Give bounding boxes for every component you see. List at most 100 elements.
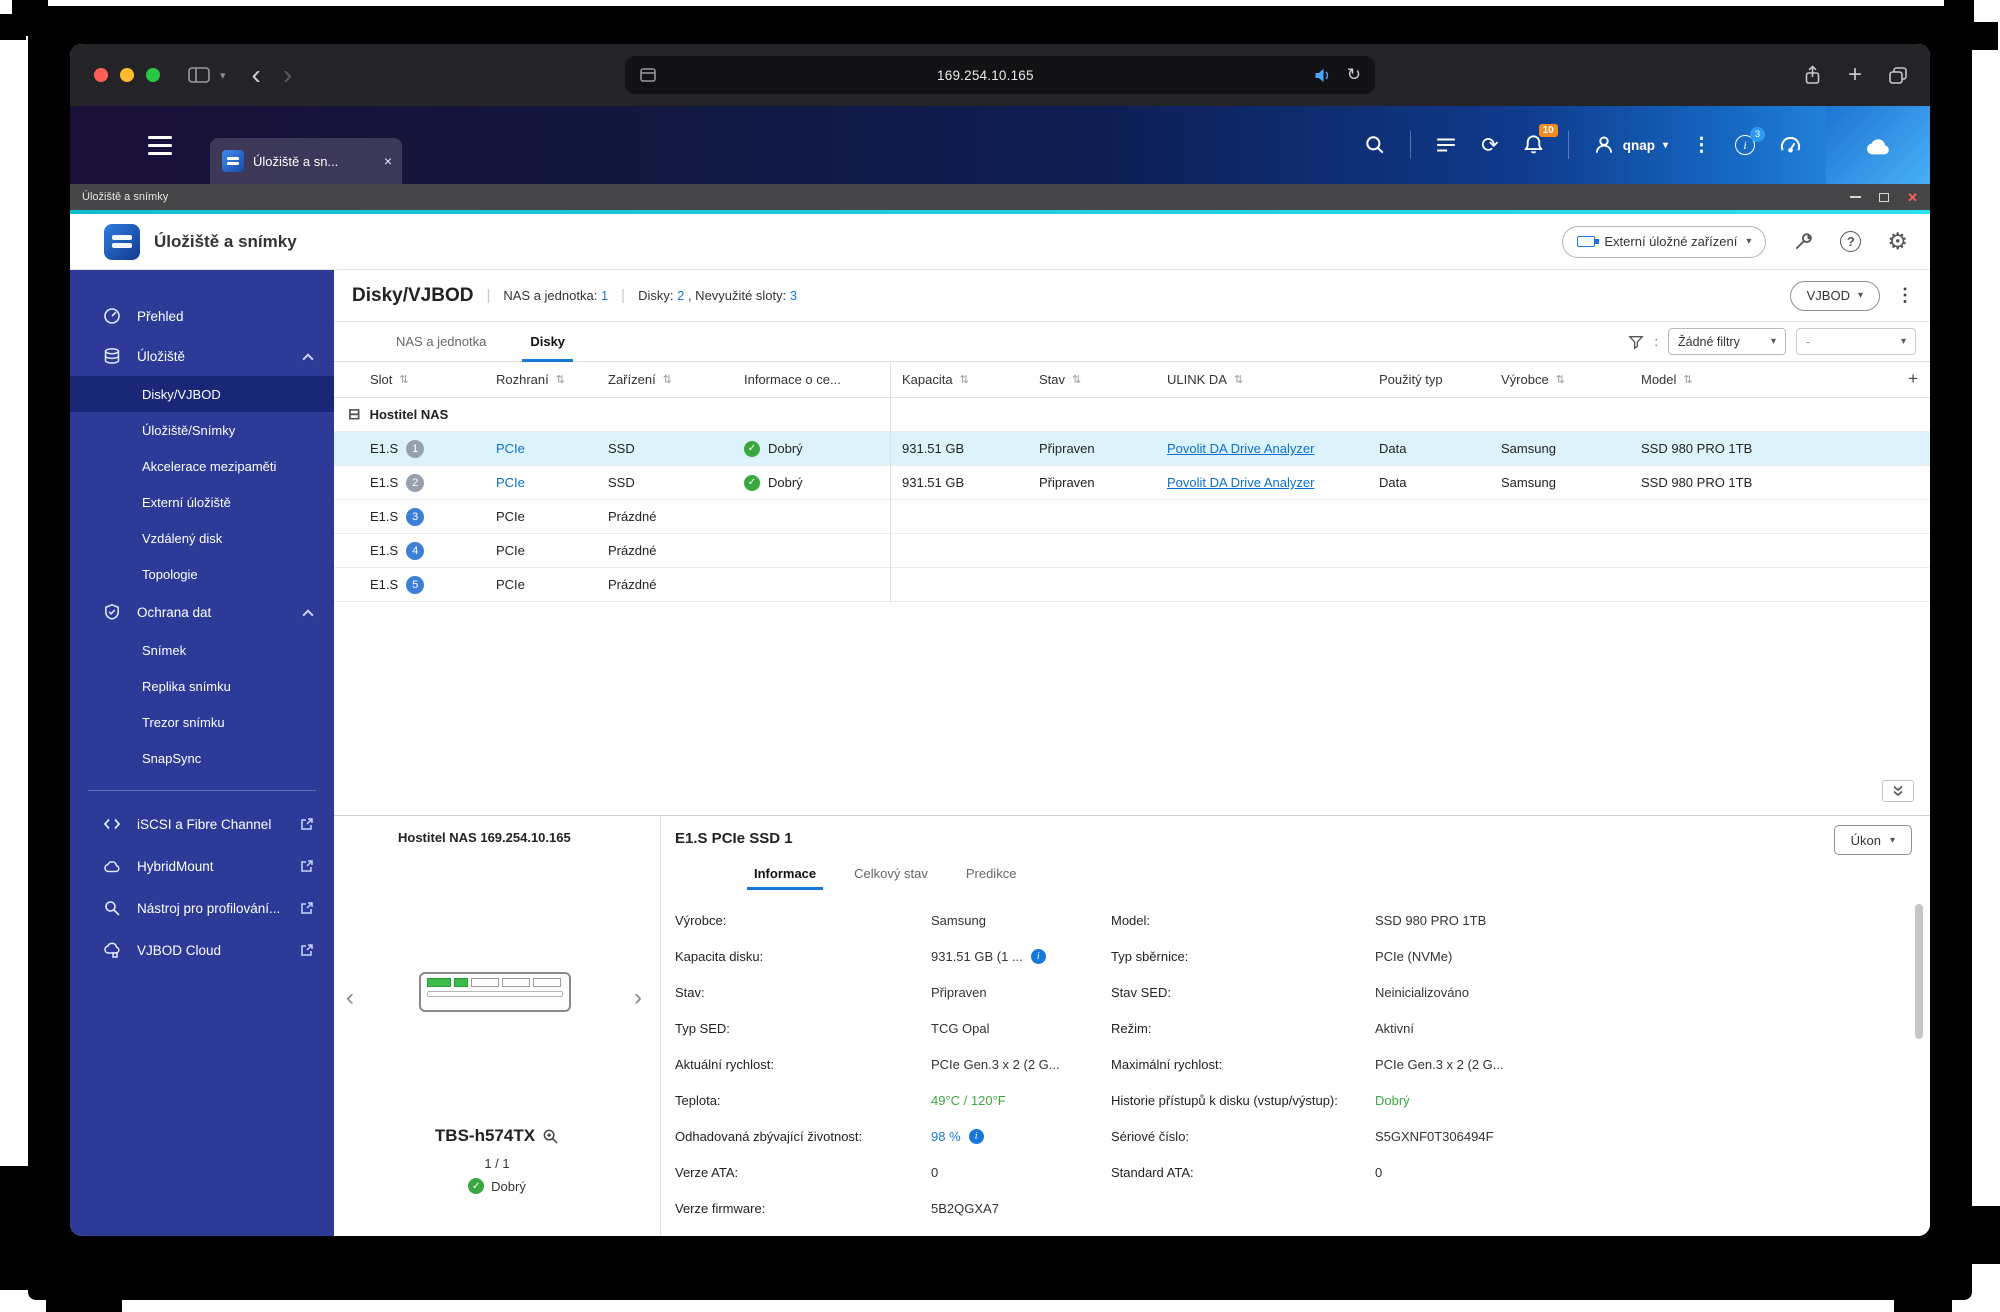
sort-icon[interactable]: ⇅ <box>1234 373 1243 386</box>
scrollbar[interactable] <box>1915 904 1923 1234</box>
nas-illustration[interactable] <box>419 972 571 1012</box>
sidebar-item-disky-vjbod[interactable]: Disky/VJBOD <box>70 376 334 412</box>
audio-icon[interactable] <box>1314 68 1331 83</box>
page-settings-icon[interactable] <box>639 66 657 84</box>
search-icon[interactable] <box>1364 134 1386 156</box>
app-window-titlebar[interactable]: Úložiště a snímky ✕ <box>70 184 1930 210</box>
app-close-icon[interactable]: ✕ <box>1907 191 1918 204</box>
share-icon[interactable] <box>1803 65 1822 86</box>
table-row[interactable]: E1.S3 PCIe Prázdné <box>334 500 1930 534</box>
tab-informace[interactable]: Informace <box>735 860 835 890</box>
sidebar-item-akcelerace[interactable]: Akcelerace mezipaměti <box>70 448 334 484</box>
interface-link[interactable]: PCIe <box>496 441 525 456</box>
help-icon[interactable]: ? <box>1840 231 1861 252</box>
previous-device-icon[interactable]: ‹ <box>346 984 354 1012</box>
sort-icon[interactable]: ⇅ <box>399 373 408 386</box>
user-menu[interactable]: qnap ▾ <box>1593 134 1668 156</box>
col-pouzity-typ[interactable]: Použitý typ <box>1367 372 1489 387</box>
info-icon[interactable]: i <box>969 1129 984 1144</box>
sort-icon[interactable]: ⇅ <box>1683 373 1692 386</box>
ulink-da-link[interactable]: Povolit DA Drive Analyzer <box>1167 441 1314 456</box>
sidebar-item-uloziste[interactable]: Úložiště <box>70 336 334 376</box>
sync-status-icon[interactable]: ⟳ <box>1481 133 1499 158</box>
sidebar-toggle-icon[interactable] <box>188 65 210 85</box>
col-slot[interactable]: Slot⇅ <box>334 372 484 387</box>
scrollbar-thumb[interactable] <box>1915 904 1923 1039</box>
col-zarizeni[interactable]: Zařízení⇅ <box>596 372 732 387</box>
collapse-group-icon[interactable]: ⊟ <box>348 407 361 422</box>
sidebar-item-snimek[interactable]: Snímek <box>70 632 334 668</box>
forward-button[interactable]: › <box>283 61 292 89</box>
table-row[interactable]: E1.S2 PCIe SSD ✓Dobrý 931.51 GB Připrave… <box>334 466 1930 500</box>
sort-icon[interactable]: ⇅ <box>1556 373 1565 386</box>
more-menu-icon[interactable]: ⋮ <box>1896 285 1914 306</box>
close-tab-icon[interactable]: × <box>384 153 392 169</box>
system-info-icon[interactable]: i 3 <box>1735 135 1755 155</box>
sidebar-item-vzdaleny-disk[interactable]: Vzdálený disk <box>70 520 334 556</box>
sidebar-item-uloziste-snimky[interactable]: Úložiště/Snímky <box>70 412 334 448</box>
vjbod-button[interactable]: VJBOD▾ <box>1790 281 1880 311</box>
tab-disky[interactable]: Disky <box>508 322 587 362</box>
app-minimize-icon[interactable] <box>1850 196 1861 198</box>
secondary-filter-dropdown[interactable]: -▾ <box>1796 328 1916 355</box>
chevron-up-icon[interactable] <box>302 353 313 364</box>
notifications-bell-icon[interactable]: 10 <box>1523 134 1544 156</box>
main-menu-icon[interactable] <box>148 136 172 155</box>
ulink-da-link[interactable]: Povolit DA Drive Analyzer <box>1167 475 1314 490</box>
close-window-button[interactable] <box>94 68 108 82</box>
col-vyrobce[interactable]: Výrobce⇅ <box>1489 372 1629 387</box>
tab-nas-a-jednotka[interactable]: NAS a jednotka <box>374 322 508 362</box>
col-stav[interactable]: Stav⇅ <box>1027 372 1155 387</box>
tab-overview-icon[interactable] <box>1888 66 1908 85</box>
sidebar-item-vjbod-cloud[interactable]: VJBOD Cloud <box>70 929 334 971</box>
sidebar-item-nastroj-profilovani[interactable]: Nástroj pro profilování... <box>70 887 334 929</box>
external-storage-dropdown[interactable]: Externí úložné zařízení ▾ <box>1562 226 1766 258</box>
tab-celkovy-stav[interactable]: Celkový stav <box>835 860 947 890</box>
sort-icon[interactable]: ⇅ <box>556 373 565 386</box>
next-device-icon[interactable]: › <box>634 984 642 1012</box>
zoom-window-button[interactable] <box>146 68 160 82</box>
more-options-icon[interactable]: ⋮ <box>1692 134 1711 157</box>
utilities-icon[interactable] <box>1792 231 1814 253</box>
col-ulink-da[interactable]: ULINK DA⇅ <box>1155 372 1367 387</box>
app-maximize-icon[interactable] <box>1879 193 1889 202</box>
action-button[interactable]: Úkon▾ <box>1834 825 1912 855</box>
sidebar-item-replika-snimku[interactable]: Replika snímku <box>70 668 334 704</box>
tab-predikce[interactable]: Predikce <box>947 860 1036 890</box>
myqnapcloud-icon[interactable] <box>1826 106 1930 184</box>
back-button[interactable]: ‹ <box>252 61 261 89</box>
table-row[interactable]: E1.S5 PCIe Prázdné <box>334 568 1930 602</box>
minimize-window-button[interactable] <box>120 68 134 82</box>
sidebar-item-iscsi[interactable]: iSCSI a Fibre Channel <box>70 803 334 845</box>
sort-icon[interactable]: ⇅ <box>663 373 672 386</box>
table-row[interactable]: E1.S1 PCIe SSD ✓Dobrý 931.51 GB Připrave… <box>334 432 1930 466</box>
sidebar-item-snapsync[interactable]: SnapSync <box>70 740 334 776</box>
sidebar-item-trezor-snimku[interactable]: Trezor snímku <box>70 704 334 740</box>
collapse-panel-button[interactable] <box>1882 780 1914 802</box>
sort-icon[interactable]: ⇅ <box>1072 373 1081 386</box>
app-tab-storage-snapshots[interactable]: Úložiště a sn... × <box>210 138 402 184</box>
add-column-icon[interactable]: + <box>1908 369 1918 389</box>
sort-icon[interactable]: ⇅ <box>960 373 969 386</box>
gear-icon[interactable]: ⚙ <box>1887 230 1908 253</box>
new-tab-icon[interactable]: + <box>1848 61 1862 89</box>
col-kapacita[interactable]: Kapacita⇅ <box>890 372 1027 387</box>
sidebar-item-externi-uloziste[interactable]: Externí úložiště <box>70 484 334 520</box>
sidebar-item-topologie[interactable]: Topologie <box>70 556 334 592</box>
col-model[interactable]: Model⇅ <box>1629 372 1930 387</box>
group-row-hostitel-nas[interactable]: ⊟ Hostitel NAS <box>334 398 1930 432</box>
zoom-in-icon[interactable] <box>542 1128 559 1145</box>
sidebar-item-hybridmount[interactable]: HybridMount <box>70 845 334 887</box>
chevron-up-icon[interactable] <box>302 609 313 620</box>
sidebar-item-prehled[interactable]: Přehled <box>70 296 334 336</box>
resource-monitor-icon[interactable] <box>1779 134 1802 156</box>
filter-dropdown[interactable]: Žádné filtry▾ <box>1668 328 1786 355</box>
address-bar[interactable]: 169.254.10.165 ↻ <box>625 56 1375 94</box>
filter-icon[interactable] <box>1628 334 1644 350</box>
col-rozhrani[interactable]: Rozhraní⇅ <box>484 372 596 387</box>
info-icon[interactable]: i <box>1031 949 1046 964</box>
col-informace[interactable]: Informace o ce... <box>732 372 890 387</box>
reload-icon[interactable]: ↻ <box>1347 65 1361 85</box>
sidebar-item-ochrana-dat[interactable]: Ochrana dat <box>70 592 334 632</box>
background-tasks-icon[interactable] <box>1435 135 1457 155</box>
